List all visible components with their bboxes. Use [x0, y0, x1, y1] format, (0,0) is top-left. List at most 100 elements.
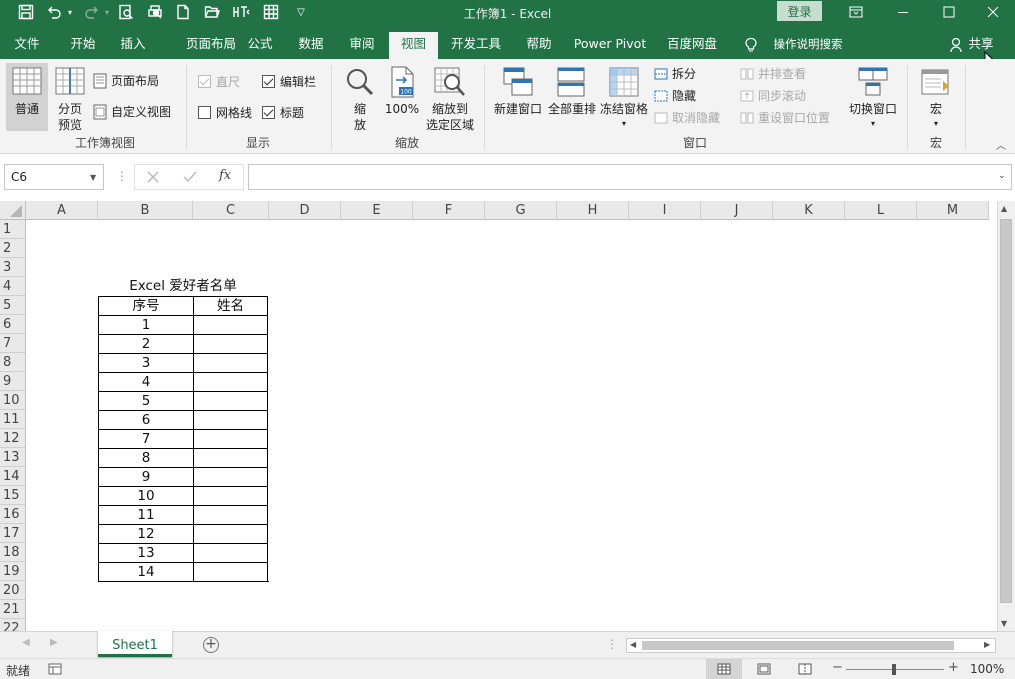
row-header-10[interactable]: 10 [0, 391, 26, 410]
row-header-12[interactable]: 12 [0, 429, 26, 448]
touch-mode-icon[interactable] [229, 0, 253, 24]
seq-cell[interactable]: 11 [98, 505, 193, 524]
column-header-e[interactable]: E [341, 201, 413, 220]
zoom-in-icon[interactable]: + [948, 660, 959, 675]
add-sheet-icon[interactable]: + [203, 637, 219, 653]
seq-cell[interactable]: 7 [98, 429, 193, 448]
row-header-2[interactable]: 2 [0, 239, 26, 258]
seq-cell[interactable]: 9 [98, 467, 193, 486]
maximize-icon[interactable] [926, 0, 972, 24]
normal-view-status-button[interactable] [706, 659, 742, 679]
undo-dropdown-icon[interactable]: ▾ [64, 0, 76, 24]
zoom-level[interactable]: 100% [970, 662, 1004, 676]
row-header-3[interactable]: 3 [0, 258, 26, 277]
close-icon[interactable] [970, 0, 1015, 24]
name-cell[interactable] [193, 505, 268, 524]
column-header-i[interactable]: I [629, 201, 701, 220]
worksheet-grid[interactable]: ABCDEFGHIJKLM 1 2 3 4 5 6 7 8 9 10 11 12 13 14 15 16 17 1… [0, 201, 997, 631]
new-file-icon[interactable] [171, 0, 195, 24]
name-cell[interactable] [193, 448, 268, 467]
freeze-panes-button[interactable]: 冻结窗格 ▾ [598, 63, 650, 131]
seq-cell[interactable]: 8 [98, 448, 193, 467]
seq-cell[interactable]: 3 [98, 353, 193, 372]
scroll-down-icon[interactable]: ▼ [1001, 619, 1007, 628]
scroll-up-icon[interactable]: ▲ [1001, 204, 1007, 213]
tab-file[interactable]: 文件 [4, 32, 50, 59]
header-cell-seq[interactable]: 序号 [98, 296, 193, 315]
sheet-tab-sheet1[interactable]: Sheet1 [98, 631, 172, 657]
tab-baidu-netdisk[interactable]: 百度网盘 [662, 32, 722, 59]
headings-checkbox[interactable]: 标题 [262, 103, 304, 121]
row-header-21[interactable]: 21 [0, 600, 26, 619]
column-header-j[interactable]: J [701, 201, 773, 220]
seq-cell[interactable]: 6 [98, 410, 193, 429]
page-break-preview-button[interactable]: 分页 预览 [52, 63, 88, 132]
undo-icon[interactable] [44, 0, 64, 24]
select-all-corner[interactable] [0, 201, 26, 220]
custom-views-button[interactable]: 自定义视图 [93, 103, 171, 121]
prev-sheet-icon[interactable]: ◀ [22, 637, 30, 648]
seq-cell[interactable]: 10 [98, 486, 193, 505]
tab-data[interactable]: 数据 [288, 32, 334, 59]
seq-cell[interactable]: 4 [98, 372, 193, 391]
name-box[interactable]: C6 [4, 164, 104, 190]
save-icon[interactable] [14, 0, 38, 24]
name-box-dropdown-icon[interactable]: ▼ [90, 173, 96, 182]
macros-button[interactable]: 宏 ▾ [916, 63, 956, 131]
scroll-right-icon[interactable]: ▶ [984, 640, 990, 649]
minimize-icon[interactable] [880, 0, 926, 24]
row-header-18[interactable]: 18 [0, 543, 26, 562]
formula-input[interactable] [248, 164, 1012, 190]
row-header-17[interactable]: 17 [0, 524, 26, 543]
active-cell-c6[interactable] [192, 314, 270, 336]
formula-bar-checkbox[interactable]: 编辑栏 [262, 72, 316, 90]
row-header-9[interactable]: 9 [0, 372, 26, 391]
column-header-m[interactable]: M [917, 201, 989, 220]
seq-cell[interactable]: 14 [98, 562, 193, 581]
zoom-out-icon[interactable]: − [832, 660, 843, 675]
tab-formulas[interactable]: 公式 [237, 32, 283, 59]
gridlines-checkbox[interactable]: 网格线 [198, 103, 252, 121]
tab-power-pivot[interactable]: Power Pivot [571, 32, 649, 59]
name-cell[interactable] [193, 410, 268, 429]
row-header-7[interactable]: 7 [0, 334, 26, 353]
share-user-icon[interactable] [950, 37, 964, 53]
split-button[interactable]: 拆分 [654, 65, 696, 83]
page-break-status-icon[interactable] [798, 663, 812, 675]
next-sheet-icon[interactable]: ▶ [50, 637, 58, 648]
vertical-scroll-thumb[interactable] [1000, 219, 1012, 603]
column-header-g[interactable]: G [485, 201, 557, 220]
name-cell[interactable] [193, 391, 268, 410]
tab-view[interactable]: 视图 [389, 32, 438, 59]
insert-function-icon[interactable]: fx [219, 168, 231, 183]
open-folder-icon[interactable] [200, 0, 224, 24]
row-header-11[interactable]: 11 [0, 410, 26, 429]
row-header-6[interactable]: 6 [0, 315, 26, 334]
column-header-c[interactable]: C [193, 201, 269, 220]
collapse-ribbon-icon[interactable]: ︿ [996, 137, 1006, 152]
tab-insert[interactable]: 插入 [110, 32, 156, 59]
header-cell-name[interactable]: 姓名 [193, 296, 268, 315]
page-layout-view-button[interactable]: 页面布局 [93, 72, 159, 90]
row-header-20[interactable]: 20 [0, 581, 26, 600]
seq-cell[interactable]: 12 [98, 524, 193, 543]
seq-cell[interactable]: 13 [98, 543, 193, 562]
tell-me-search[interactable]: 操作说明搜索 [768, 32, 848, 59]
tab-developer[interactable]: 开发工具 [446, 32, 506, 59]
name-cell[interactable] [193, 372, 268, 391]
row-header-8[interactable]: 8 [0, 353, 26, 372]
zoom-slider-thumb[interactable] [892, 664, 896, 675]
name-cell[interactable] [193, 334, 268, 353]
horizontal-scrollbar[interactable]: ◀ ▶ [626, 638, 996, 653]
name-cell[interactable] [193, 353, 268, 372]
expand-formula-bar-icon[interactable]: ⌄ [998, 171, 1006, 181]
seq-cell[interactable]: 2 [98, 334, 193, 353]
customize-toolbar-icon[interactable]: ▽ [289, 0, 313, 24]
normal-view-button[interactable]: 普通 [6, 63, 48, 131]
arrange-all-button[interactable]: 全部重排 [546, 63, 598, 131]
column-header-f[interactable]: F [413, 201, 485, 220]
row-header-14[interactable]: 14 [0, 467, 26, 486]
ribbon-display-options-icon[interactable] [833, 0, 879, 24]
column-header-h[interactable]: H [557, 201, 629, 220]
tab-split-handle-icon[interactable]: ⋮ [606, 637, 618, 651]
